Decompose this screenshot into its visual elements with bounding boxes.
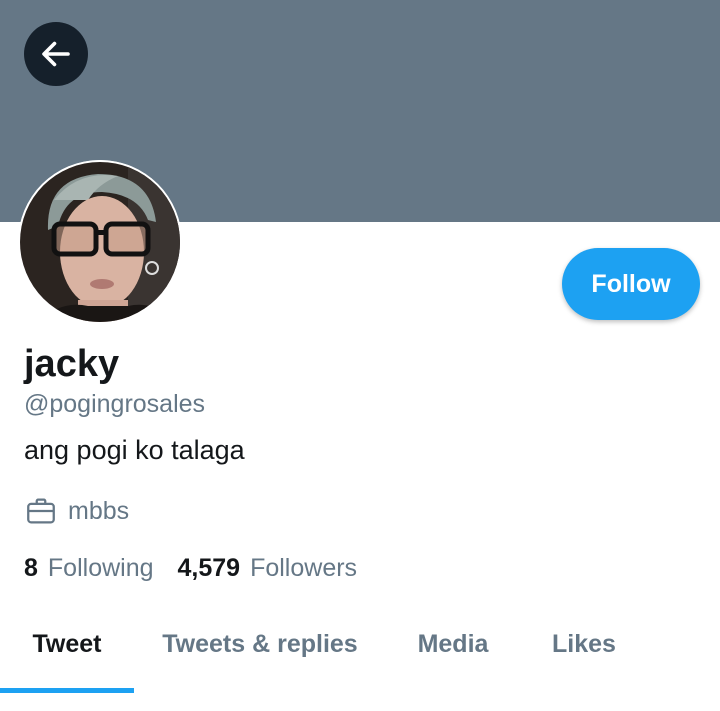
occupation-text: mbbs <box>68 496 130 525</box>
occupation: mbbs <box>24 492 129 530</box>
tab-tweets-replies[interactable]: Tweets & replies <box>146 612 374 676</box>
profile-photo <box>18 160 182 324</box>
display-name: jacky <box>24 343 120 385</box>
following-label: Following <box>47 553 154 582</box>
tab-tweet[interactable]: Tweet <box>0 612 134 676</box>
following-count: 8 <box>24 553 38 582</box>
bio: ang pogi ko talaga <box>24 435 245 465</box>
profile-stats: 8 Following 4,579 Followers <box>24 550 381 586</box>
profile-tabs: Tweet Tweets & replies Media Likes <box>0 612 720 696</box>
follow-button[interactable]: Follow <box>562 248 700 320</box>
back-button[interactable] <box>24 22 88 86</box>
arrow-left-icon <box>42 41 70 67</box>
followers-count: 4,579 <box>177 553 241 582</box>
tab-likes[interactable]: Likes <box>534 612 634 676</box>
followers-label: Followers <box>250 553 358 582</box>
user-handle: @pogingrosales <box>24 390 206 418</box>
tab-media[interactable]: Media <box>398 612 508 676</box>
briefcase-icon <box>27 498 55 524</box>
followers-link[interactable]: 4,579 Followers <box>178 554 358 583</box>
active-tab-indicator <box>0 688 134 693</box>
avatar[interactable] <box>18 160 182 324</box>
following-link[interactable]: 8 Following <box>24 554 154 583</box>
profile-page: Follow jacky @pogingrosales ang pogi ko … <box>0 0 720 711</box>
